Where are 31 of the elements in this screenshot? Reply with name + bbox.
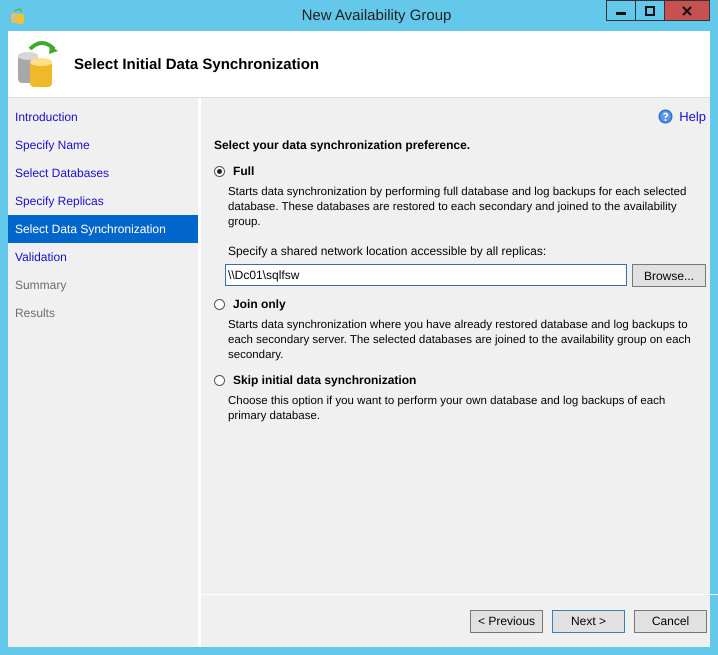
sidebar-item[interactable]: Specify Name <box>8 131 198 159</box>
maximize-icon <box>645 6 655 16</box>
field-label: Specify a shared network location accessible by all replicas: <box>228 244 548 258</box>
page-title: Select Initial Data Synchronization <box>74 56 320 72</box>
window-title: New Availability Group <box>300 7 452 24</box>
wizard-button[interactable]: Cancel <box>634 610 707 632</box>
browse-button[interactable]: Browse... <box>632 264 706 287</box>
database-sync-icon <box>16 39 60 89</box>
sidebar-item[interactable]: Introduction <box>8 103 198 131</box>
close-button[interactable] <box>664 0 710 21</box>
path-field[interactable]: \\Dc01\sqlfsw <box>225 264 627 286</box>
app-icon <box>10 6 26 24</box>
radio-option[interactable]: Full <box>214 164 254 178</box>
maximize-button[interactable] <box>635 0 665 21</box>
sidebar-item[interactable]: Select Databases <box>8 159 198 187</box>
sidebar-item[interactable]: Select Data Synchronization <box>8 215 198 243</box>
radio-option[interactable]: Join only <box>214 297 286 311</box>
sidebar-item[interactable]: Specify Replicas <box>8 187 198 215</box>
wizard-button[interactable]: Next > <box>552 610 625 632</box>
option-description: Starts data synchronization where you have already restored database and log backups to each secondary server. The selected databases are joined to the availability group on each secondary. <box>228 318 692 363</box>
option-description: Starts data synchronization by performing full database and log backups for each selected database. These databases are restored to each secondary and joined to the availability group. <box>228 185 688 230</box>
radio-option[interactable]: Skip initial data synchronization <box>214 373 416 387</box>
minimize-button[interactable] <box>606 0 636 21</box>
wizard-button[interactable]: < Previous <box>470 610 543 632</box>
minimize-icon <box>616 12 626 15</box>
sidebar-item[interactable]: Validation <box>8 243 198 271</box>
close-icon <box>682 6 692 16</box>
prompt-text: Select your data synchronization preference. <box>214 138 472 152</box>
option-description: Choose this option if you want to perform your own database and log backups of each primary database. <box>228 394 666 424</box>
help-icon <box>658 108 674 124</box>
help-link[interactable]: Help <box>658 108 706 124</box>
